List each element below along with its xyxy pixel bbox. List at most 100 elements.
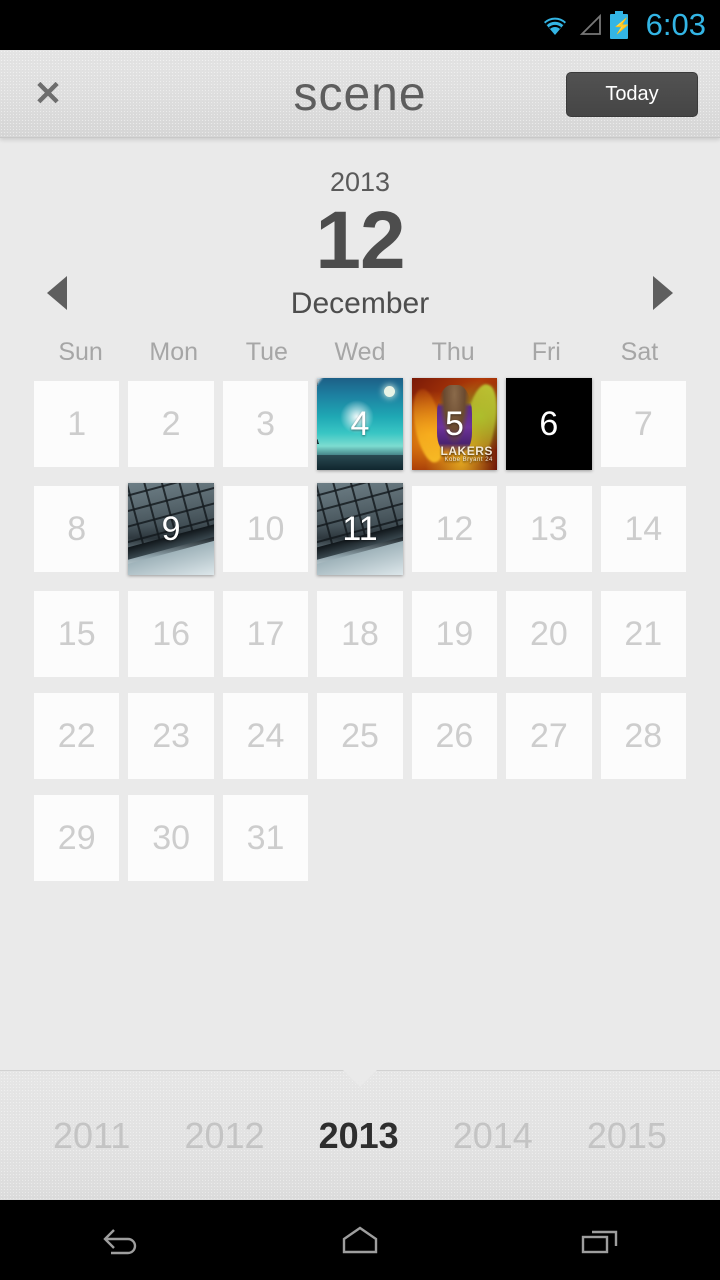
nav-back-button[interactable] [60, 1200, 180, 1280]
year-option[interactable]: 2015 [587, 1115, 667, 1157]
calendar-day-number: 31 [246, 818, 285, 857]
weekday-label: Sun [58, 338, 103, 366]
year-option[interactable]: 2013 [319, 1115, 399, 1157]
calendar-day-number: 28 [624, 716, 663, 755]
header-year: 2013 [329, 167, 391, 198]
calendar-day-cell[interactable]: LAKERS Kobe Bryant 24 5 [411, 378, 498, 470]
year-option[interactable]: 2012 [184, 1115, 264, 1157]
recents-icon [581, 1230, 618, 1254]
header-month-number: 12 [315, 195, 405, 287]
weekday-label: Mon [149, 338, 199, 366]
calendar-day-number: 14 [624, 509, 663, 548]
calendar-day-cell[interactable]: 30 [128, 795, 214, 881]
calendar-day-number: 25 [341, 716, 379, 755]
calendar-day-number: 8 [67, 509, 87, 548]
calendar-day-number: 21 [624, 614, 663, 653]
calendar-grid: 1 2 3 4 LAKERS Kobe Bryant 24 5 6 7 8 9 10 11 12 13 14 1… [0, 378, 720, 881]
calendar-day-number: 11 [342, 509, 378, 548]
calendar-day-number: 10 [246, 509, 285, 548]
calendar-day-cell[interactable]: 3 [222, 381, 309, 467]
calendar-day-cell[interactable]: 8 [34, 486, 120, 572]
calendar-day-cell[interactable]: 17 [222, 591, 309, 677]
weekday-label: Fri [531, 338, 561, 366]
prev-month-button[interactable] [24, 266, 90, 320]
calendar-day-cell[interactable]: 24 [222, 693, 309, 779]
today-button[interactable]: Today [566, 72, 698, 117]
calendar-day-number: 16 [152, 614, 191, 653]
calendar-day-cell[interactable]: 13 [506, 486, 592, 572]
calendar-day-cell[interactable]: 26 [411, 693, 498, 779]
calendar-day-cell[interactable]: 28 [600, 693, 686, 779]
calendar-day-cell[interactable]: 6 [506, 378, 592, 470]
status-bar: ⚡ 6:03 [0, 0, 720, 50]
calendar-day-number: 6 [539, 404, 559, 443]
wifi-icon [540, 13, 570, 37]
month-header: 2013 12 December [0, 138, 720, 338]
year-option[interactable]: 2011 [53, 1115, 130, 1157]
calendar-day-number: 17 [246, 614, 285, 653]
nav-recents-button[interactable] [540, 1200, 660, 1280]
calendar-day-number: 5 [444, 404, 464, 443]
year-selector[interactable]: 2011 2012 2013 2014 2015 [0, 1070, 720, 1200]
nav-home-button[interactable] [300, 1200, 420, 1280]
weekday-label: Wed [334, 338, 386, 366]
header-month-name: December [290, 286, 430, 320]
calendar-day-number: 24 [246, 716, 285, 755]
calendar-day-cell[interactable]: 20 [506, 591, 592, 677]
calendar-day-cell[interactable]: 21 [600, 591, 686, 677]
calendar-day-cell[interactable]: 29 [34, 795, 120, 881]
calendar-day-number: 7 [633, 404, 653, 443]
calendar-day-cell[interactable]: 9 [128, 483, 214, 575]
calendar-day-cell[interactable]: 19 [411, 591, 498, 677]
chevron-right-icon [653, 276, 673, 310]
android-nav-bar [0, 1200, 720, 1280]
back-icon [103, 1229, 137, 1255]
calendar-day-number: 18 [341, 614, 379, 653]
calendar-day-number: 26 [435, 716, 474, 755]
calendar-day-cell[interactable]: 10 [222, 486, 309, 572]
selected-year-notch-icon [343, 1070, 377, 1087]
status-icons: ⚡ 6:03 [540, 7, 706, 43]
year-option[interactable]: 2014 [453, 1115, 533, 1157]
calendar-day-cell[interactable]: 27 [506, 693, 592, 779]
status-clock: 6:03 [645, 7, 706, 42]
next-month-button[interactable] [630, 266, 696, 320]
weekday-header-row: Sun Mon Tue Wed Thu Fri Sat [0, 338, 720, 367]
cell-signal-icon [577, 13, 603, 37]
calendar-day-cell[interactable]: 31 [222, 795, 309, 881]
calendar-day-cell[interactable]: 4 [317, 378, 403, 470]
calendar-day-number: 4 [350, 404, 370, 443]
battery-charging-icon: ⚡ [609, 11, 631, 39]
calendar-day-cell[interactable]: 25 [317, 693, 403, 779]
weekday-label: Thu [431, 338, 475, 366]
chevron-left-icon [47, 276, 67, 310]
calendar-day-cell[interactable]: 16 [128, 591, 214, 677]
app-header: ✕ scene Today [0, 50, 720, 138]
close-icon[interactable]: ✕ [0, 50, 96, 138]
calendar-day-cell[interactable]: 22 [34, 693, 120, 779]
calendar-day-cell[interactable]: 2 [128, 381, 214, 467]
calendar-day-cell[interactable]: 11 [317, 483, 403, 575]
calendar-day-number: 23 [152, 716, 191, 755]
calendar-day-cell[interactable]: 12 [411, 486, 498, 572]
calendar-day-cell[interactable]: 15 [34, 591, 120, 677]
weekday-label: Sat [620, 338, 659, 366]
weekday-label: Tue [245, 338, 288, 366]
calendar-day-cell[interactable]: 1 [34, 381, 120, 467]
calendar-day-cell[interactable]: 14 [600, 486, 686, 572]
calendar-day-number: 15 [57, 614, 96, 653]
calendar-day-number: 2 [161, 404, 181, 443]
calendar-day-number: 19 [435, 614, 474, 653]
calendar-day-cell[interactable]: 23 [128, 693, 214, 779]
calendar-day-cell[interactable]: 18 [317, 591, 403, 677]
home-icon [342, 1226, 378, 1254]
calendar-day-number: 12 [435, 509, 474, 548]
calendar-day-number: 1 [67, 404, 87, 443]
calendar-day-number: 20 [529, 614, 568, 653]
calendar-day-number: 22 [57, 716, 96, 755]
calendar-day-cell[interactable]: 7 [600, 381, 686, 467]
calendar-day-number: 13 [529, 509, 568, 548]
calendar-day-number: 27 [529, 716, 568, 755]
calendar-day-number: 3 [256, 404, 276, 443]
calendar-day-number: 29 [57, 818, 96, 857]
